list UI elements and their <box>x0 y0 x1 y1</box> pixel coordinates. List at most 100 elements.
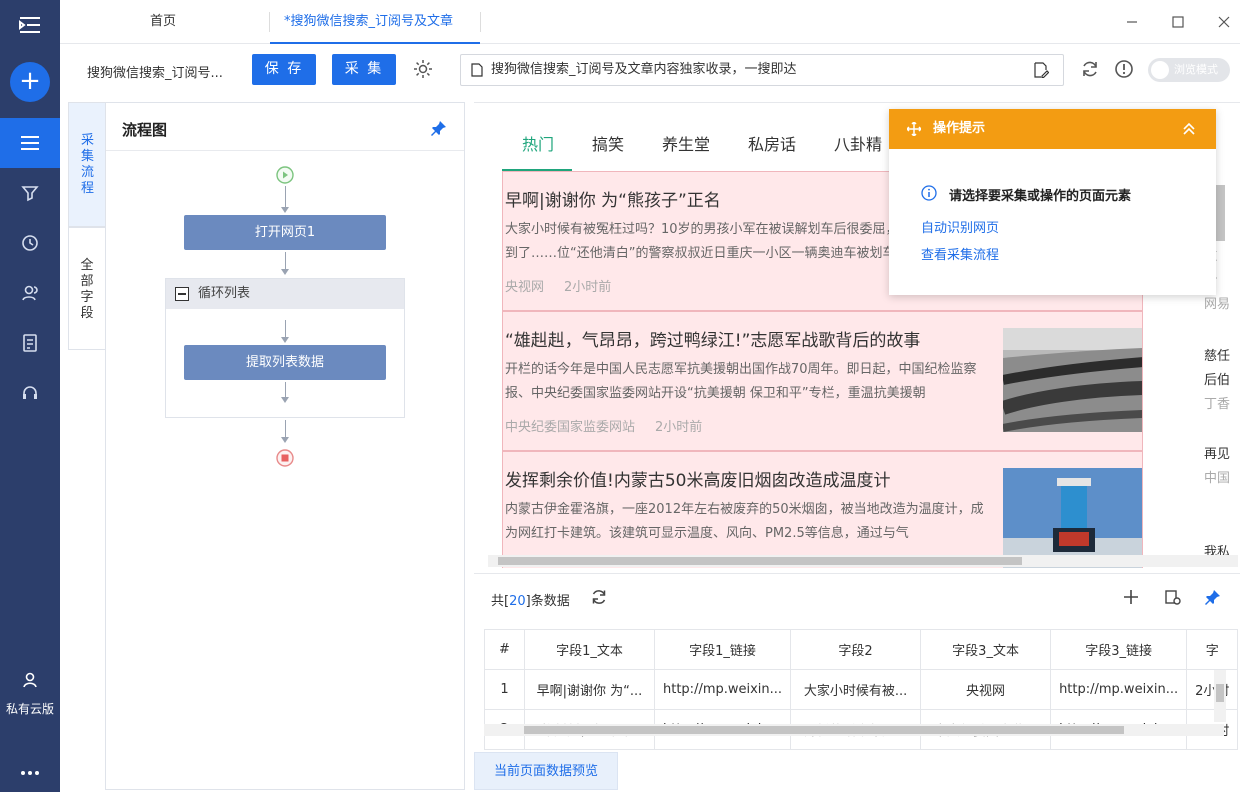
url-text: 搜狗微信搜索_订阅号及文章内容独家收录，一搜即达 <box>491 62 797 77</box>
scroll-thumb[interactable] <box>1216 684 1224 702</box>
flow-node-extract-list[interactable]: 提取列表数据 <box>184 345 386 380</box>
menu-toggle-icon[interactable] <box>0 0 60 50</box>
table-vertical-scrollbar[interactable] <box>1214 670 1226 722</box>
channel-tab-private[interactable]: 私房话 <box>748 131 796 155</box>
flow-node-open-page[interactable]: 打开网页1 <box>184 215 386 250</box>
auto-detect-link[interactable]: 自动识别网页 <box>921 217 999 236</box>
channel-tab-gossip[interactable]: 八卦精 <box>834 131 882 155</box>
users-icon[interactable] <box>0 268 60 318</box>
browse-mode-label: 浏览模式 <box>1174 63 1218 76</box>
more-icon[interactable] <box>0 748 60 792</box>
collapse-up-icon[interactable] <box>1182 122 1196 136</box>
column-header[interactable]: 字 <box>1186 629 1239 670</box>
close-icon[interactable] <box>1212 10 1236 34</box>
tab-divider <box>480 12 481 32</box>
view-flow-link[interactable]: 查看采集流程 <box>921 244 999 263</box>
column-header[interactable]: 字段1_链接 <box>653 629 792 670</box>
table-cell[interactable]: 早啊|谢谢你 为“... <box>524 669 655 710</box>
panel-title: 流程图 <box>122 121 168 139</box>
pin-icon[interactable] <box>430 119 448 137</box>
pin-icon[interactable] <box>1204 588 1222 606</box>
flow-loop-header[interactable]: 循环列表 <box>166 279 404 309</box>
move-icon[interactable] <box>907 122 921 136</box>
minimize-icon[interactable] <box>1120 10 1144 34</box>
schedule-icon[interactable] <box>0 218 60 268</box>
collect-button[interactable]: 采 集 <box>332 54 396 85</box>
panel-divider <box>106 150 464 151</box>
channel-tab-health[interactable]: 养生堂 <box>662 131 710 155</box>
left-nav: + 私有云版 <box>0 0 60 792</box>
table-cell[interactable]: 大家小时候有被... <box>790 669 922 710</box>
page-horizontal-scrollbar[interactable] <box>488 555 1238 567</box>
scroll-thumb[interactable] <box>1215 185 1225 241</box>
table-cell[interactable]: 1 <box>484 669 525 710</box>
toggle-knob <box>1151 61 1169 79</box>
article-thumbnail-chimney[interactable] <box>1003 468 1142 568</box>
column-header[interactable]: # <box>484 629 525 670</box>
table-cell[interactable]: 央视网 <box>920 669 1052 710</box>
article-source: 央视网 <box>505 280 545 295</box>
scroll-thumb[interactable] <box>524 726 1124 734</box>
article-item[interactable]: “雄赳赳，气昂昂，跨过鸭绿江!”志愿军战歌背后的故事 开栏的话今年是中国人民志愿… <box>502 311 1143 451</box>
url-input[interactable]: 搜狗微信搜索_订阅号及文章内容独家收录，一搜即达 <box>460 54 1064 86</box>
document-icon[interactable] <box>0 318 60 368</box>
table-cell[interactable]: http://mp.weixin... <box>1050 669 1188 710</box>
column-header[interactable]: 字段2 <box>790 629 922 670</box>
tab-collect-flow[interactable]: 采集流程 <box>68 102 106 227</box>
flow-arrow <box>281 397 289 403</box>
add-field-icon[interactable] <box>1122 588 1140 606</box>
refresh-data-icon[interactable] <box>590 588 608 606</box>
refresh-icon[interactable] <box>1080 59 1100 79</box>
cloud-version-label[interactable]: 私有云版 <box>0 700 60 717</box>
flow-arrow <box>281 437 289 443</box>
table-horizontal-scrollbar[interactable] <box>484 724 1224 736</box>
filter-icon[interactable] <box>0 168 60 218</box>
flow-connector <box>285 320 286 338</box>
tab-collect-flow-label: 采集流程 <box>80 133 94 196</box>
article-source: 中央纪委国家监委网站 <box>505 420 636 435</box>
maximize-icon[interactable] <box>1166 10 1190 34</box>
flow-arrow <box>281 337 289 343</box>
scroll-thumb[interactable] <box>498 557 1022 565</box>
edit-url-icon[interactable] <box>1033 62 1049 78</box>
flow-arrow <box>281 269 289 275</box>
article-title[interactable]: 早啊|谢谢你 为“熊孩子”正名 <box>505 186 721 211</box>
article-thumbnail-troops[interactable] <box>1003 328 1142 432</box>
headset-icon[interactable] <box>0 368 60 418</box>
data-count-number: 20 <box>509 594 526 609</box>
flow-end-icon <box>276 449 294 467</box>
data-count-prefix: 共[ <box>491 594 510 609</box>
flowchart-panel: 流程图 打开网页1 循环列表 提取列表数据 <box>105 102 465 790</box>
article-title[interactable]: “雄赳赳，气昂昂，跨过鸭绿江!”志愿军战歌背后的故事 <box>505 326 920 351</box>
column-header[interactable]: 字段3_链接 <box>1050 629 1188 670</box>
tab-bar: 首页 *搜狗微信搜索_订阅号及文章 <box>60 0 1240 44</box>
table-cell[interactable]: http://mp.weixin... <box>653 669 792 710</box>
collapse-icon[interactable] <box>175 287 189 301</box>
column-header[interactable]: 字段1_文本 <box>524 629 655 670</box>
article-title[interactable]: 发挥剩余价值!内蒙古50米高废旧烟囱改造成温度计 <box>505 466 890 491</box>
channel-tab-hot[interactable]: 热门 <box>522 131 554 155</box>
field-settings-icon[interactable] <box>1164 588 1182 606</box>
task-name[interactable]: 搜狗微信搜索_订阅号... <box>87 62 223 81</box>
left-panel-tabs: 采集流程 全部字段 <box>68 102 106 352</box>
article-summary: 开栏的话今年是中国人民志愿军抗美援朝出国作战70周年。即日起，中国纪检监察报、中… <box>505 362 977 401</box>
info-alert-icon[interactable] <box>1114 59 1134 79</box>
tab-current-page-data-preview[interactable]: 当前页面数据预览 <box>474 752 618 790</box>
tip-header[interactable]: 操作提示 <box>889 109 1216 149</box>
data-count-suffix: ]条数据 <box>525 594 570 609</box>
channel-tab-funny[interactable]: 搞笑 <box>592 131 624 155</box>
task-list-icon[interactable] <box>0 118 60 168</box>
table-row[interactable]: 1 早啊|谢谢你 为“... http://mp.weixin... 大家小时候… <box>484 669 1239 710</box>
tab-all-fields[interactable]: 全部字段 <box>68 227 106 350</box>
tip-title: 操作提示 <box>933 121 986 136</box>
user-icon[interactable] <box>0 655 60 705</box>
column-header[interactable]: 字段3_文本 <box>920 629 1052 670</box>
settings-gear-icon[interactable] <box>412 58 434 80</box>
article-item[interactable]: 发挥剩余价值!内蒙古50米高废旧烟囱改造成温度计 内蒙古伊金霍洛旗，一座2012… <box>502 451 1143 568</box>
tab-home[interactable]: 首页 <box>150 0 176 44</box>
browse-mode-toggle[interactable]: 浏览模式 <box>1148 58 1230 82</box>
new-task-button[interactable]: + <box>10 62 50 102</box>
table-cell[interactable]: 2小时 <box>1186 669 1239 710</box>
tab-current-task[interactable]: *搜狗微信搜索_订阅号及文章 <box>270 0 480 44</box>
save-button[interactable]: 保 存 <box>252 54 316 85</box>
